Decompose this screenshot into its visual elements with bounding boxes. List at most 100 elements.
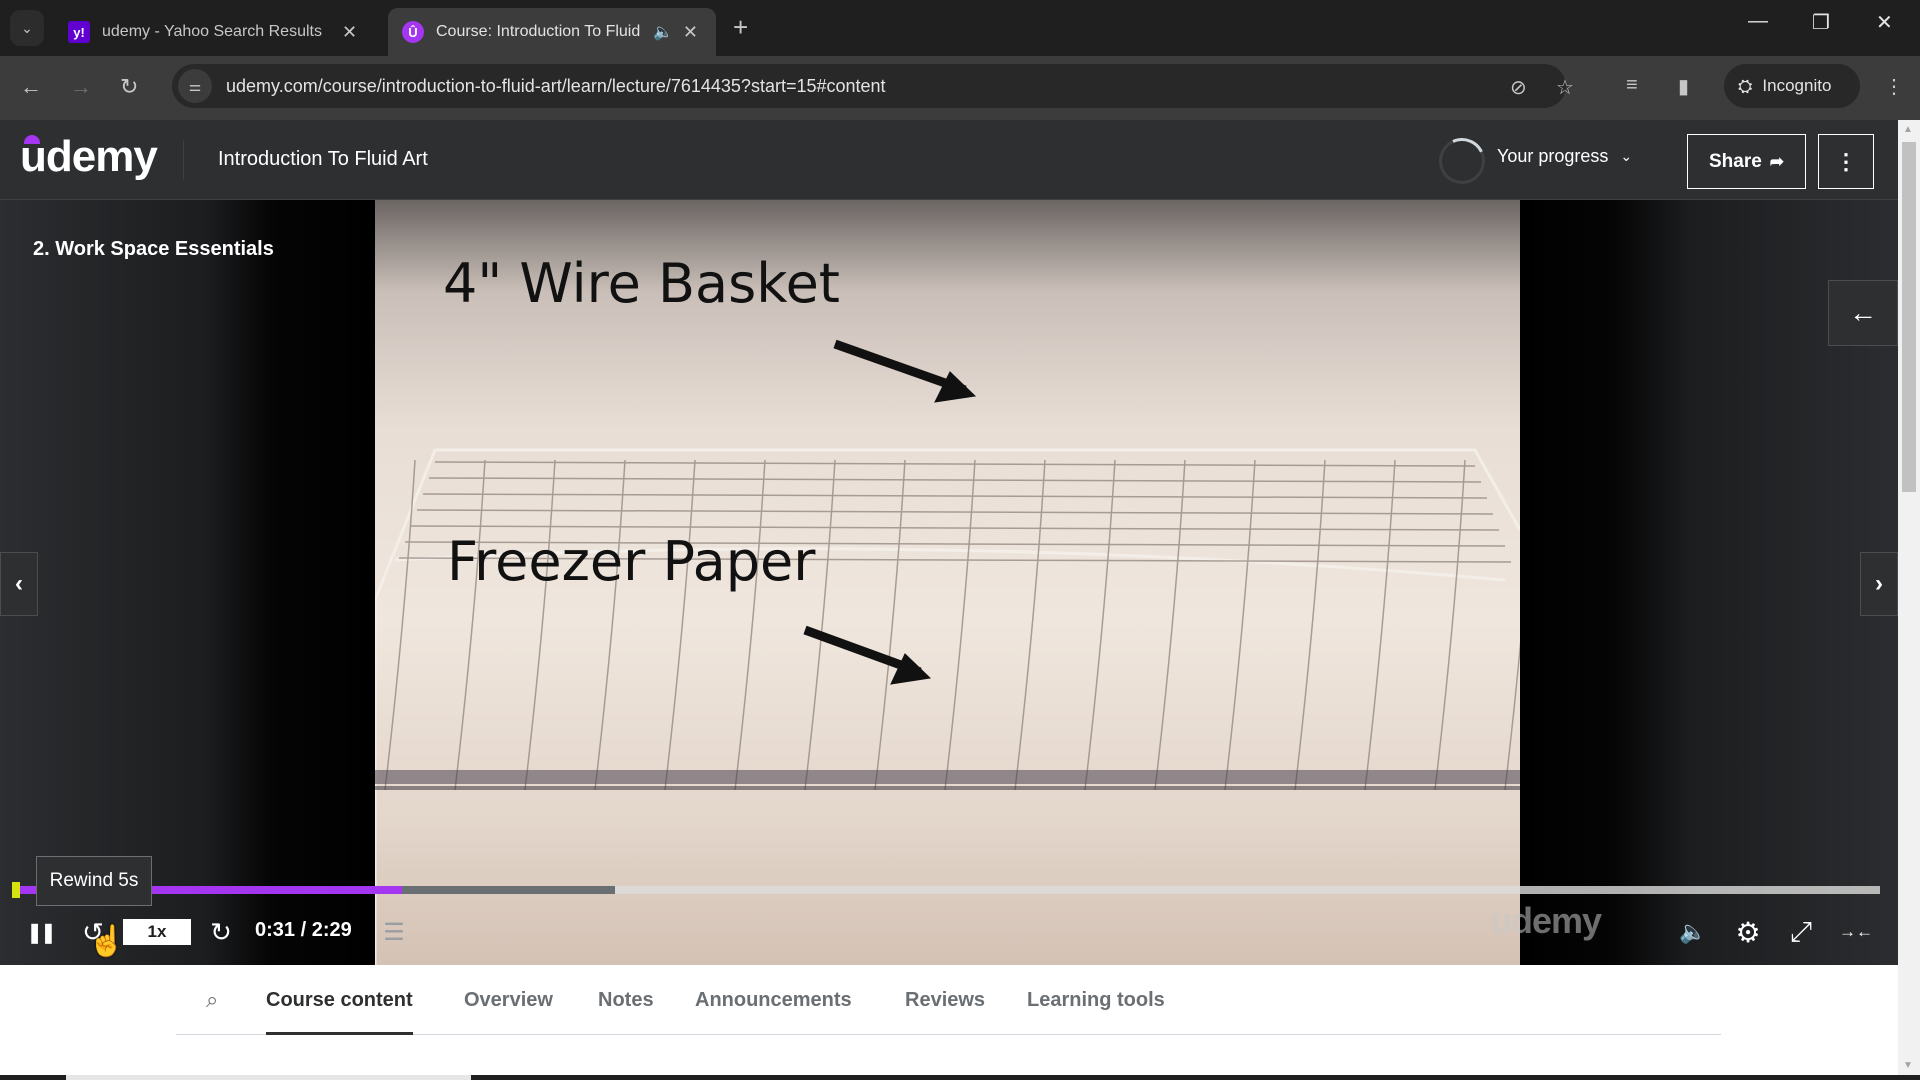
horizontal-scrollbar[interactable]	[0, 1075, 1920, 1080]
basket-wire	[874, 459, 906, 791]
browser-toolbar: ← → ↻ ⚌ udemy.com/course/introduction-to…	[0, 56, 1920, 120]
browser-tab-udemy[interactable]: Û Course: Introduction To Fluid Art 🔈 ✕	[388, 8, 716, 56]
incognito-icon: ⛭	[1738, 75, 1753, 96]
your-progress-label: Your progress	[1497, 146, 1609, 166]
chevron-left-icon: ‹	[15, 570, 23, 597]
expand-sidebar-button[interactable]: ←	[1828, 280, 1898, 346]
basket-wire	[434, 461, 1476, 467]
incognito-label: Incognito	[1762, 76, 1832, 95]
media-control-icon[interactable]: ≡	[1626, 74, 1638, 97]
playback-rate-button[interactable]: 1x	[123, 919, 191, 945]
next-lecture-button[interactable]: ›	[1860, 552, 1898, 616]
your-progress-dropdown[interactable]: Your progress ⌄	[1497, 146, 1632, 167]
exit-theater-button[interactable]: →←	[1836, 915, 1876, 949]
share-button[interactable]: Share ➦	[1687, 134, 1806, 189]
udemy-watermark: udemy	[1490, 900, 1602, 941]
course-header: udemy Introduction To Fluid Art Your pro…	[0, 120, 1898, 200]
restore-icon[interactable]: ❐	[1812, 10, 1830, 35]
window-close-icon[interactable]: ✕	[1876, 10, 1893, 35]
basket-wire	[1014, 459, 1046, 791]
tab-reviews[interactable]: Reviews	[905, 989, 985, 1035]
basket-wire	[804, 459, 836, 791]
rewind-tooltip: Rewind 5s	[36, 856, 152, 906]
arrow-left-icon: ←	[1849, 297, 1877, 328]
back-icon[interactable]: ←	[20, 74, 42, 100]
udemy-logo[interactable]: udemy	[20, 132, 158, 182]
tab-course-content[interactable]: Course content	[266, 989, 413, 1035]
forward-button[interactable]: ↻	[204, 915, 238, 949]
tab-search-button[interactable]: ⌄	[10, 10, 44, 46]
settings-button[interactable]: ⚙	[1731, 915, 1765, 949]
letterbox-left	[0, 200, 375, 965]
basket-wire	[1294, 459, 1326, 791]
basket-wire	[1154, 459, 1186, 791]
scroll-up-icon[interactable]: ▲	[1903, 124, 1913, 135]
horizontal-scrollbar-thumb[interactable]	[66, 1075, 471, 1080]
basket-wire	[1224, 459, 1256, 791]
site-info-icon[interactable]: ⚌	[178, 69, 212, 103]
more-vertical-icon: ⋮	[1835, 148, 1857, 174]
collapse-icon: →←	[1839, 922, 1873, 941]
video-frame[interactable]: 4" Wire Basket Freezer Paper	[375, 200, 1520, 965]
gear-icon: ⚙	[1735, 916, 1761, 948]
basket-wire	[1084, 459, 1116, 791]
previous-lecture-button[interactable]: ‹	[0, 552, 38, 616]
tab-overview[interactable]: Overview	[464, 989, 553, 1035]
hand-cursor-icon: ☝	[88, 925, 126, 958]
content-tabs: ⌕ Course content Overview Notes Announce…	[176, 965, 1721, 1035]
fullscreen-button[interactable]: ⤢	[1784, 915, 1818, 949]
audio-playing-icon[interactable]: 🔈	[653, 22, 673, 42]
incognito-badge[interactable]: ⛭ Incognito	[1724, 64, 1860, 108]
section-title: 2. Work Space Essentials	[33, 238, 274, 260]
eye-off-icon[interactable]: ⊘	[1510, 75, 1527, 100]
more-options-button[interactable]: ⋮	[1818, 134, 1874, 189]
vertical-scrollbar[interactable]: ▲ ▼	[1898, 120, 1920, 1075]
basket-wire	[734, 459, 766, 791]
udemy-icon: Û	[402, 21, 424, 43]
scroll-down-icon[interactable]: ▼	[1903, 1060, 1913, 1071]
share-label: Share	[1708, 150, 1762, 172]
basket-wire	[664, 459, 696, 791]
scrollbar-thumb[interactable]	[1902, 142, 1916, 492]
transcript-icon: ☰	[383, 918, 405, 946]
pause-button[interactable]: ❚❚	[26, 915, 56, 949]
course-title[interactable]: Introduction To Fluid Art	[218, 148, 428, 171]
header-divider	[183, 140, 184, 180]
basket-wire	[594, 459, 626, 791]
volume-icon: 🔈	[1679, 919, 1707, 944]
share-arrow-icon: ➦	[1769, 151, 1785, 171]
progress-bar[interactable]	[14, 886, 1880, 894]
basket-wire	[944, 459, 976, 791]
forward-icon[interactable]: →	[70, 74, 92, 100]
forward-icon: ↻	[210, 916, 232, 947]
tab-title: Course: Introduction To Fluid Art	[436, 23, 641, 40]
address-bar[interactable]: ⚌ udemy.com/course/introduction-to-fluid…	[172, 64, 1574, 108]
overlay-label-wire-basket: 4" Wire Basket	[443, 252, 840, 315]
video-player[interactable]: 4" Wire Basket Freezer Paper 2. Work Spa…	[0, 200, 1898, 965]
browser-tab-yahoo[interactable]: y! udemy - Yahoo Search Results ✕	[56, 8, 380, 56]
lecture-tabs-area: ⌕ Course content Overview Notes Announce…	[0, 965, 1898, 1075]
basket-wire	[1364, 459, 1396, 791]
close-icon[interactable]: ✕	[342, 22, 357, 43]
tab-announcements[interactable]: Announcements	[695, 989, 852, 1035]
tab-notes[interactable]: Notes	[598, 989, 654, 1035]
fullscreen-icon: ⤢	[1789, 915, 1813, 947]
time-display: 0:31 / 2:29	[255, 919, 352, 941]
browser-menu-icon[interactable]: ⋮	[1884, 74, 1904, 99]
bookmark-marker[interactable]	[12, 882, 20, 898]
close-icon[interactable]: ✕	[683, 22, 698, 43]
chevron-down-icon: ⌄	[1620, 148, 1633, 164]
chevron-down-icon: ⌄	[21, 19, 33, 36]
url-text[interactable]: udemy.com/course/introduction-to-fluid-a…	[226, 76, 886, 97]
progress-ring-icon[interactable]	[1432, 131, 1492, 191]
basket-wire	[1434, 459, 1466, 791]
volume-button[interactable]: 🔈	[1676, 915, 1710, 949]
side-panel-icon[interactable]: ▮	[1678, 74, 1689, 99]
new-tab-button[interactable]: +	[733, 12, 748, 43]
star-icon[interactable]: ☆	[1556, 75, 1574, 100]
reload-icon[interactable]: ↻	[120, 74, 138, 100]
minimize-icon[interactable]: —	[1748, 10, 1768, 33]
tab-learning-tools[interactable]: Learning tools	[1027, 989, 1165, 1035]
search-icon[interactable]: ⌕	[206, 987, 218, 1013]
transcript-button[interactable]: ☰	[378, 915, 410, 949]
